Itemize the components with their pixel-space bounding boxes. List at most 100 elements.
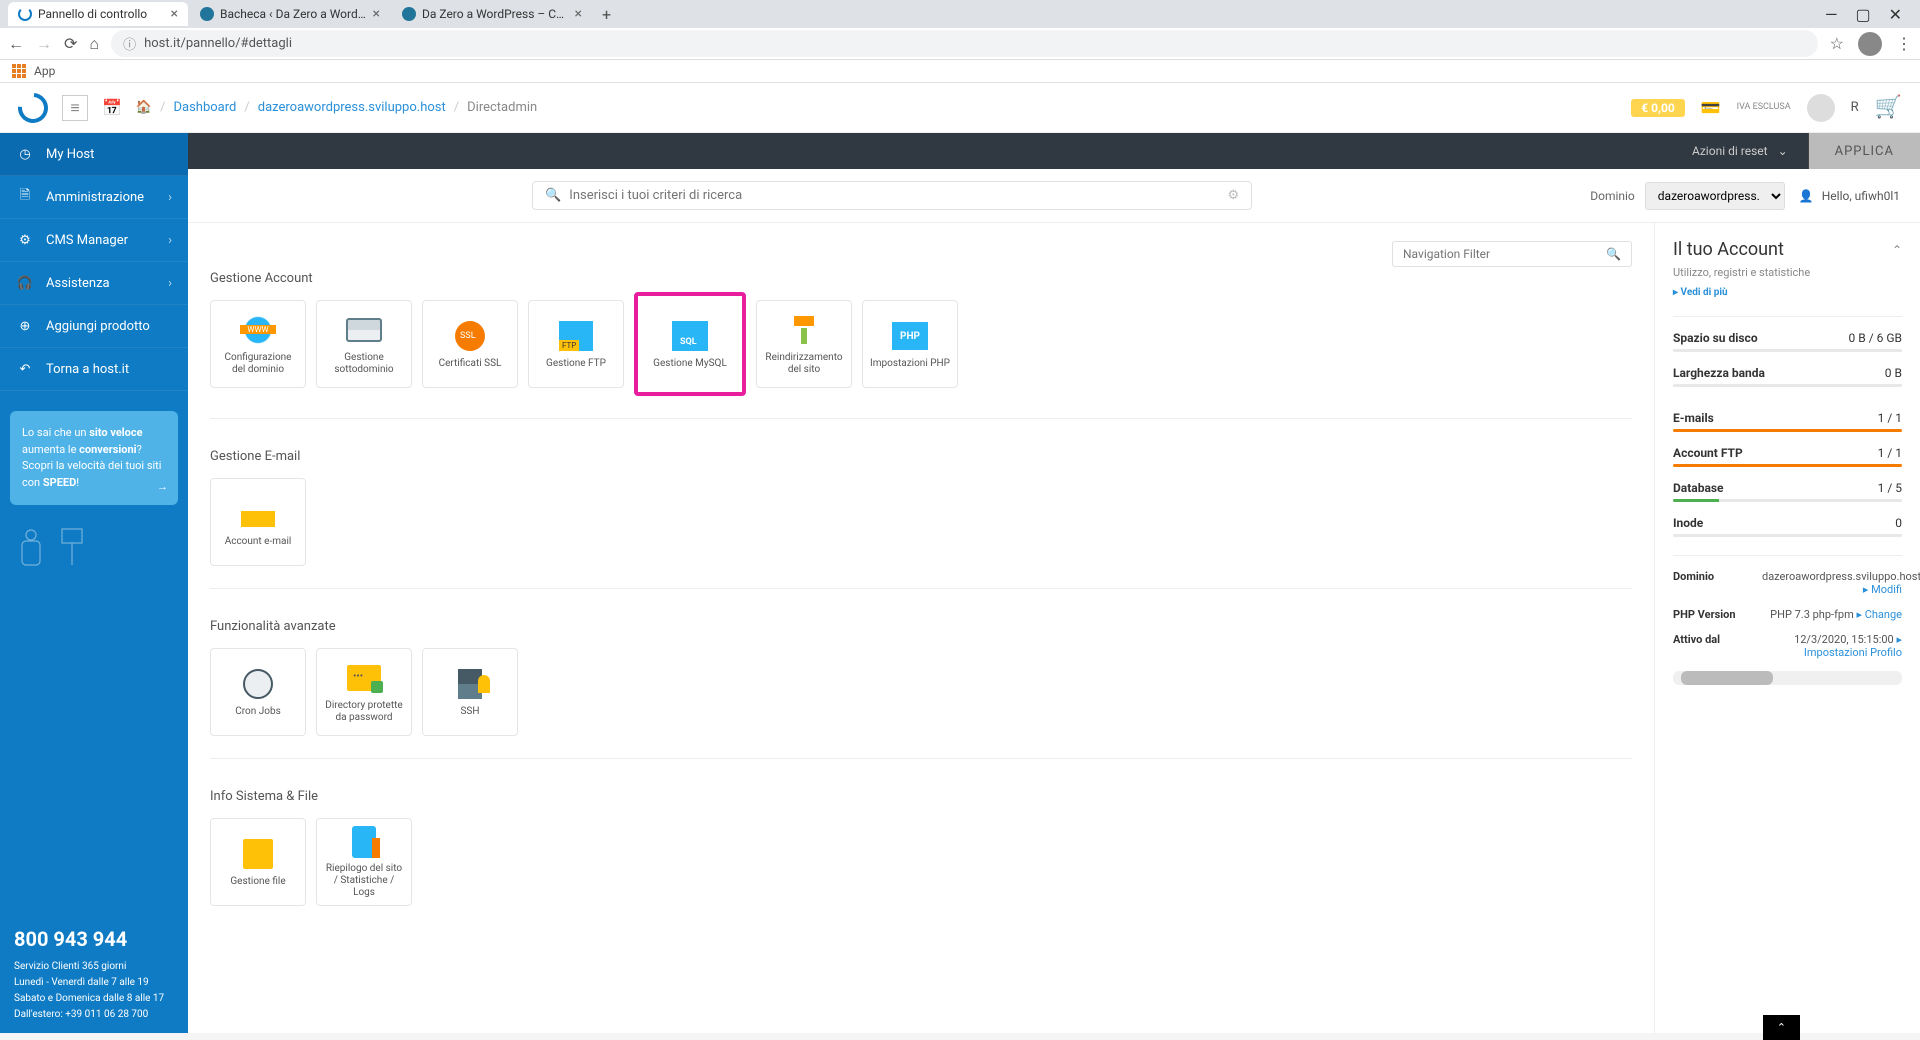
sidebar-item-cms[interactable]: ⚙ CMS Manager › (0, 219, 188, 262)
site-info-icon[interactable]: ⓘ (123, 34, 136, 53)
sidebar-item-back[interactable]: ↶ Torna a host.it (0, 348, 188, 391)
tile-domain-config[interactable]: Configurazione del dominio (210, 300, 306, 388)
content: Azioni di reset ⌄ APPLICA 🔍 ⚙ Dominio da… (188, 133, 1920, 1033)
search-field[interactable] (569, 188, 1219, 203)
reset-actions-dropdown[interactable]: Azioni di reset ⌄ (1672, 133, 1809, 169)
bottom-overlay[interactable]: ⌃ (1763, 1015, 1800, 1040)
info-row: PHP VersionPHP 7.3 php-fpm ▸ Change (1673, 608, 1902, 621)
tile-mysql[interactable]: Gestione MySQL (634, 292, 746, 396)
star-icon[interactable]: ☆ (1830, 34, 1844, 53)
chevron-down-icon: ⌄ (1778, 144, 1788, 158)
reset-label: Azioni di reset (1692, 144, 1768, 158)
browser-icon (346, 318, 382, 342)
chevron-up-icon[interactable]: ⌃ (1892, 243, 1902, 257)
search-icon: 🔍 (1606, 247, 1621, 261)
ftp-icon (559, 321, 593, 351)
section-title: Funzionalità avanzate (210, 615, 1632, 634)
home-button[interactable]: ⌂ (89, 34, 99, 54)
tile-ssh[interactable]: SSH (422, 648, 518, 736)
menu-toggle-button[interactable]: ≡ (62, 95, 88, 121)
navigation-filter[interactable]: 🔍 (1392, 241, 1632, 267)
tile-stats-logs[interactable]: Riepilogo del sito / Statistiche / Logs (316, 818, 412, 906)
breadcrumb-dashboard[interactable]: Dashboard (173, 100, 236, 115)
back-button[interactable]: ← (8, 34, 24, 54)
support-phone: 800 943 944 (14, 923, 174, 955)
forward-button[interactable]: → (36, 34, 52, 54)
ssh-key-icon (458, 669, 482, 699)
tab-active[interactable]: Pannello di controllo × (8, 2, 188, 26)
profile-avatar[interactable] (1858, 32, 1882, 56)
sidebar-item-admin[interactable]: 🗎 Amministrazione › (0, 176, 188, 219)
section-system: Info Sistema & File Gestione file Riepil… (210, 785, 1632, 928)
kebab-menu-icon[interactable]: ⋮ (1896, 34, 1912, 53)
calendar-icon[interactable]: 📅 (102, 98, 122, 117)
tab-close-icon[interactable]: × (373, 6, 380, 22)
tab-close-icon[interactable]: × (171, 6, 178, 22)
info-link[interactable]: ▸ Impostazioni Profilo (1804, 633, 1902, 659)
account-panel-subtitle: Utilizzo, registri e statistiche (1673, 266, 1902, 279)
tab-title: Bacheca ‹ Da Zero a Wordpress – (220, 7, 367, 21)
price-badge[interactable]: € 0,00 (1631, 99, 1684, 117)
sidebar-item-support[interactable]: 🎧 Assistenza › (0, 262, 188, 305)
chevron-right-icon: › (168, 276, 172, 291)
sidebar-label: CMS Manager (46, 233, 128, 248)
tab-close-icon[interactable]: × (575, 6, 582, 22)
domain-label: Dominio (1590, 189, 1635, 203)
new-tab-button[interactable]: + (594, 1, 619, 28)
stat-row: Larghezza banda0 B (1673, 366, 1902, 387)
headset-icon: 🎧 (16, 274, 34, 292)
close-window-icon[interactable]: ✕ (1889, 5, 1902, 24)
see-more-link[interactable]: ▸ Vedi di più (1673, 287, 1902, 298)
horizontal-scrollbar[interactable] (1673, 671, 1902, 685)
wallet-icon: 💳 (1701, 98, 1721, 117)
tile-redirect[interactable]: Reindirizzamento del sito (756, 300, 852, 388)
reload-button[interactable]: ⟳ (64, 34, 77, 53)
bookmark-app[interactable]: App (34, 64, 55, 78)
sidebar-label: Torna a host.it (46, 362, 129, 377)
search-input[interactable]: 🔍 ⚙ (532, 181, 1252, 210)
gear-icon[interactable]: ⚙ (1227, 188, 1239, 203)
minimize-icon[interactable]: — (1825, 5, 1838, 24)
gear-icon: ⚙ (16, 231, 34, 249)
scrollbar-thumb[interactable] (1681, 671, 1773, 685)
cart-icon[interactable]: 🛒 (1875, 95, 1902, 120)
section-title: Gestione E-mail (210, 445, 1632, 464)
maximize-icon[interactable]: ▢ (1855, 5, 1870, 24)
envelope-icon (241, 501, 275, 527)
breadcrumb: 🏠/ Dashboard/ dazeroawordpress.sviluppo.… (136, 100, 537, 115)
promo-box[interactable]: Lo sai che un sito veloce aumenta le con… (10, 411, 178, 505)
domain-selector: Dominio dazeroawordpress.s... (1590, 182, 1785, 210)
section-title: Gestione Account (210, 267, 1632, 286)
section-account: Gestione Account Configurazione del domi… (210, 267, 1632, 419)
info-link[interactable]: ▸ Modifi (1863, 583, 1902, 596)
apply-button[interactable]: APPLICA (1809, 133, 1920, 169)
tile-file-manager[interactable]: Gestione file (210, 818, 306, 906)
tile-protected-dirs[interactable]: Directory protette da password (316, 648, 412, 736)
apps-grid-icon[interactable] (12, 64, 26, 78)
hello-user[interactable]: 👤 Hello, ufiwh0l1 (1799, 189, 1900, 203)
tab-inactive[interactable]: Bacheca ‹ Da Zero a Wordpress – × (190, 2, 390, 26)
sidebar-item-myhost[interactable]: ◷ My Host (0, 133, 188, 176)
home-icon[interactable]: 🏠 (136, 100, 152, 115)
app-header: ≡ 📅 🏠/ Dashboard/ dazeroawordpress.svilu… (0, 83, 1920, 133)
nav-filter-input[interactable] (1403, 247, 1598, 261)
tab-title: Da Zero a WordPress – Corso da (422, 7, 569, 21)
support-info: 800 943 944 Servizio Clienti 365 giorni … (0, 913, 188, 1033)
folder-lock-icon (347, 665, 381, 691)
tile-php[interactable]: PHPImpostazioni PHP (862, 300, 958, 388)
hostit-logo[interactable] (12, 86, 54, 128)
tile-ssl[interactable]: Certificati SSL (422, 300, 518, 388)
breadcrumb-domain[interactable]: dazeroawordpress.sviluppo.host (258, 100, 446, 115)
stat-row: Inode0 (1673, 516, 1902, 537)
tile-email-account[interactable]: Account e-mail (210, 478, 306, 566)
tab-inactive[interactable]: Da Zero a WordPress – Corso da × (392, 2, 592, 26)
domain-select[interactable]: dazeroawordpress.s... (1645, 182, 1785, 210)
sidebar-item-add-product[interactable]: ⊕ Aggiungi prodotto (0, 305, 188, 348)
url-field[interactable]: ⓘ host.it/pannello/#dettagli (111, 30, 1818, 57)
info-link[interactable]: ▸ Change (1856, 608, 1902, 621)
tile-ftp[interactable]: Gestione FTP (528, 300, 624, 388)
user-avatar[interactable] (1807, 94, 1835, 122)
tile-cron[interactable]: Cron Jobs (210, 648, 306, 736)
document-icon: 🗎 (16, 188, 34, 206)
tile-subdomain[interactable]: Gestione sottodominio (316, 300, 412, 388)
